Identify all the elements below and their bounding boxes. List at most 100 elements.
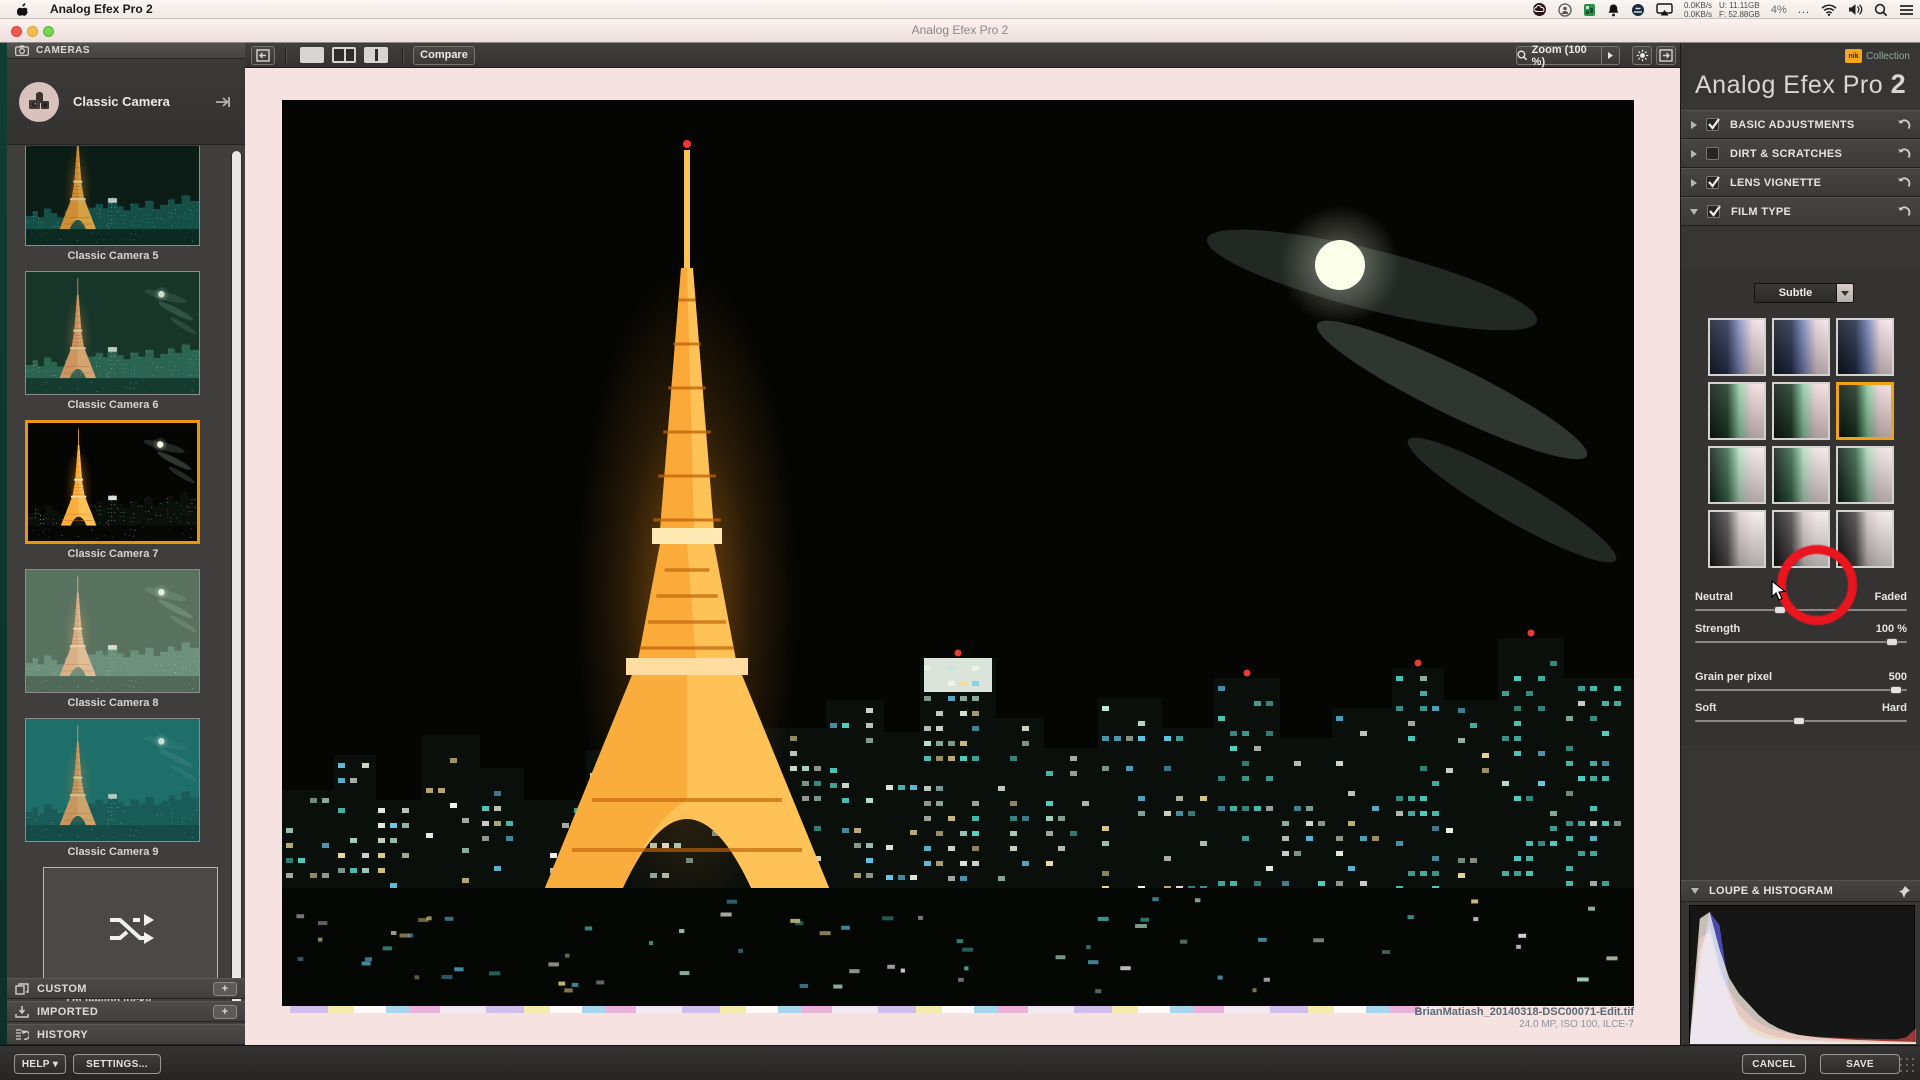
camera-preset-thumbnail[interactable]: [25, 146, 200, 246]
sidebar-scrollbar-thumb[interactable]: [232, 151, 241, 1018]
creative-cloud-icon[interactable]: [1532, 2, 1547, 17]
film-swatch[interactable]: [1836, 318, 1894, 376]
camera-preset-thumbnail[interactable]: [25, 569, 200, 693]
round-utility-icon[interactable]: [1631, 3, 1645, 17]
collapse-left-panel-button[interactable]: [251, 46, 275, 65]
section-basic-adjustments[interactable]: BASIC ADJUSTMENTS: [1681, 110, 1920, 139]
save-button[interactable]: SAVE: [1820, 1054, 1900, 1074]
green-app-icon[interactable]: [1583, 3, 1596, 17]
sidebar-scrollbar[interactable]: [231, 151, 242, 1018]
camera-preset-item[interactable]: Classic Camera 5: [25, 146, 200, 246]
slider-track[interactable]: [1695, 720, 1907, 722]
section-checkbox[interactable]: [1707, 205, 1720, 218]
background-brightness-button[interactable]: [1632, 46, 1652, 65]
section-checkbox[interactable]: [1706, 147, 1719, 160]
add-button[interactable]: +: [213, 982, 237, 996]
expand-triangle-icon[interactable]: [1690, 209, 1698, 215]
film-swatch[interactable]: [1708, 510, 1766, 568]
film-swatch[interactable]: [1836, 446, 1894, 504]
sidebar-section-custom[interactable]: CUSTOM+: [7, 978, 245, 999]
notification-center-icon[interactable]: [1899, 4, 1914, 16]
section-checkbox[interactable]: [1706, 118, 1719, 131]
user-status-icon[interactable]: [1558, 3, 1572, 17]
camera-preset-thumbnail-selected[interactable]: [25, 420, 200, 544]
camera-preset-thumbnail[interactable]: [25, 271, 200, 395]
window-resize-grip[interactable]: [1898, 1056, 1916, 1074]
film-preset-value[interactable]: Subtle: [1754, 283, 1836, 303]
airplay-icon[interactable]: [1656, 3, 1673, 16]
camera-preset-item[interactable]: Classic Camera 9: [25, 718, 200, 842]
loupe-histogram-header[interactable]: LOUPE & HISTOGRAM: [1681, 880, 1920, 902]
zoom-menu-arrow-button[interactable]: [1602, 46, 1620, 65]
slider-handle[interactable]: [1886, 638, 1898, 646]
section-film-type[interactable]: FILM TYPE: [1681, 197, 1920, 226]
network-disk-stats[interactable]: 0.0KB/sU: 11.11GB 0.0KB/sF: 52.88GB: [1684, 1, 1760, 19]
menu-app-name[interactable]: Analog Efex Pro 2: [50, 2, 153, 16]
film-swatch[interactable]: [1708, 382, 1766, 440]
expand-triangle-icon[interactable]: [1691, 150, 1697, 158]
camera-preset-item[interactable]: Classic Camera 6: [25, 271, 200, 395]
add-button[interactable]: +: [213, 1005, 237, 1019]
film-swatch[interactable]: [1708, 446, 1766, 504]
wifi-icon[interactable]: [1821, 4, 1837, 16]
compare-button[interactable]: Compare: [413, 46, 475, 65]
film-preset-dropdown[interactable]: Subtle: [1754, 283, 1854, 303]
section-label: HISTORY: [37, 1029, 88, 1041]
film-swatch-selected[interactable]: [1836, 382, 1894, 440]
dropdown-arrow-icon[interactable]: [1836, 283, 1854, 303]
help-button[interactable]: HELP ▾: [14, 1054, 66, 1074]
window-title-bar[interactable]: Analog Efex Pro 2: [0, 19, 1920, 43]
film-swatch[interactable]: [1772, 510, 1830, 568]
film-swatch[interactable]: [1772, 318, 1830, 376]
film-swatch[interactable]: [1772, 382, 1830, 440]
film-swatch[interactable]: [1772, 446, 1830, 504]
view-side-by-side-button[interactable]: [364, 47, 388, 63]
pin-icon[interactable]: [1898, 885, 1911, 899]
film-swatch[interactable]: [1836, 510, 1894, 568]
zoom-level-button[interactable]: Zoom (100 %): [1516, 46, 1602, 65]
shuffle-icon: [108, 914, 154, 944]
cancel-button[interactable]: CANCEL: [1742, 1054, 1806, 1074]
feeling-lucky-box[interactable]: [43, 867, 218, 991]
reset-icon[interactable]: [1896, 176, 1911, 189]
expand-triangle-icon[interactable]: [1691, 179, 1697, 187]
slider-soft: SoftHard: [1695, 702, 1907, 714]
slider-track[interactable]: [1695, 641, 1907, 643]
expand-triangle-icon[interactable]: [1691, 121, 1697, 129]
view-single-button[interactable]: [300, 47, 324, 63]
film-swatch[interactable]: [1708, 318, 1766, 376]
slider-handle[interactable]: [1793, 717, 1805, 725]
camera-preset-item[interactable]: Classic Camera 7: [25, 420, 200, 544]
photo-canvas[interactable]: [282, 100, 1634, 1006]
sidebar-section-history[interactable]: HISTORY: [7, 1024, 245, 1045]
slider-handle[interactable]: [1890, 686, 1902, 694]
cameras-panel-header[interactable]: CAMERAS: [7, 43, 245, 59]
spotlight-search-icon[interactable]: [1874, 3, 1888, 17]
sidebar-section-imported[interactable]: IMPORTED +: [7, 1001, 245, 1022]
notification-bell-icon[interactable]: [1607, 3, 1620, 17]
reset-icon[interactable]: [1896, 118, 1911, 131]
view-split-button[interactable]: [332, 47, 356, 63]
loupe-header-label: LOUPE & HISTOGRAM: [1709, 885, 1833, 897]
collection-forward-arrow-icon[interactable]: [215, 95, 231, 113]
collection-header-classic-camera[interactable]: Classic Camera: [7, 59, 245, 145]
reset-icon[interactable]: [1896, 147, 1911, 160]
slider-track[interactable]: [1695, 689, 1907, 691]
section-dirt-scratches[interactable]: DIRT & SCRATCHES: [1681, 139, 1920, 168]
slider-handle[interactable]: [1774, 606, 1786, 614]
apple-menu-icon[interactable]: [17, 2, 29, 16]
collapse-right-panel-button[interactable]: [1656, 46, 1676, 65]
more-menu-icon[interactable]: ...: [1798, 4, 1810, 16]
section-checkbox[interactable]: [1706, 176, 1719, 189]
section-label: DIRT & SCRATCHES: [1730, 148, 1842, 160]
reset-icon[interactable]: [1896, 205, 1911, 218]
section-label: IMPORTED: [37, 1006, 98, 1018]
slider-label-left: Strength: [1695, 623, 1740, 635]
camera-preset-item[interactable]: Classic Camera 8: [25, 569, 200, 693]
settings-button[interactable]: SETTINGS...: [73, 1054, 161, 1074]
battery-percent[interactable]: 4%: [1771, 4, 1787, 16]
camera-preset-thumbnail[interactable]: [25, 718, 200, 842]
slider-track[interactable]: [1695, 609, 1907, 611]
section-lens-vignette[interactable]: LENS VIGNETTE: [1681, 168, 1920, 197]
volume-icon[interactable]: [1848, 3, 1863, 16]
